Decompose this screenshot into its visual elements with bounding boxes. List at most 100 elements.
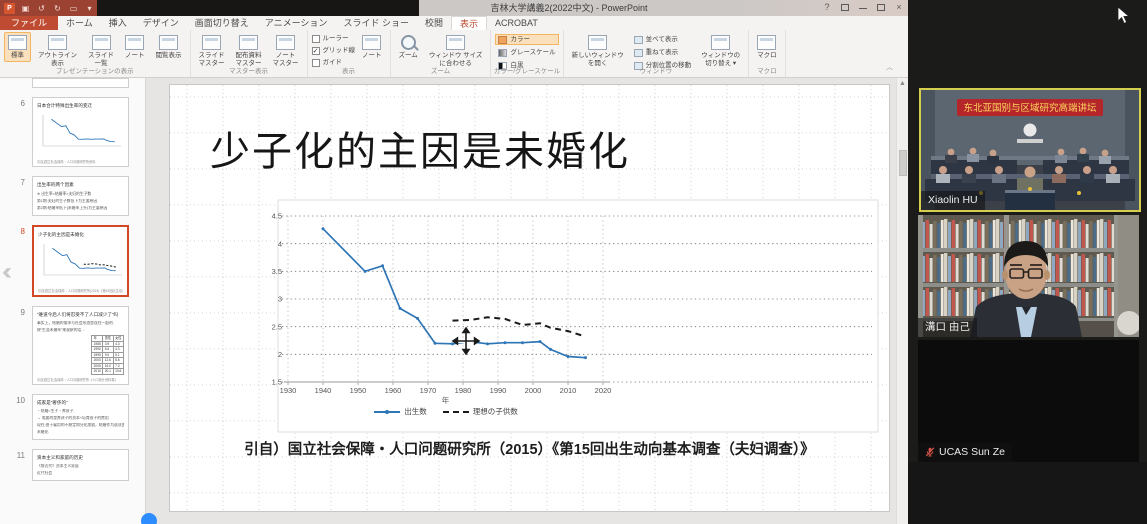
slide-thumbnail-7[interactable]: 出生率的两个因素※ 出生率=结婚率×夫妇的生子数第1期:夫妇的生子数低下为主要原…: [32, 176, 129, 216]
slide-thumbnail-10[interactable]: 成家是“奢侈的”・结婚=生子・养孩子,→ 需要的是养孩子的资本+培育孩子的费用现…: [32, 394, 129, 440]
checkbox-ルーラー[interactable]: ルーラー: [312, 34, 356, 44]
ribbon-button-並べて表示[interactable]: 並べて表示: [631, 34, 695, 45]
slide-thumbnail-row: 7出生率的两个因素※ 出生率=结婚率×夫妇的生子数第1期:夫妇的生子数低下为主要…: [0, 176, 145, 216]
slide-thumbnail-8[interactable]: 少子化的主因是未婚化引自)国立社会保障・人口问题研究所(2015)《第15回出生…: [32, 225, 129, 297]
legend-dash-swatch: [443, 411, 469, 413]
video-muted[interactable]: UCAS Sun Ze: [918, 340, 1139, 462]
ribbon-stack: カラーグレースケール白黒: [495, 32, 558, 71]
tab-デザイン[interactable]: デザイン: [135, 16, 187, 30]
customize-qat-icon[interactable]: ▾: [84, 3, 95, 14]
ribbon-button-ノート[interactable]: ノート: [121, 32, 149, 62]
slide-thumbnail-9[interactable]: “难道今后人们将忍受不了人口减少了”吗事实上，结婚的需求与社会形态是连在一起的,…: [32, 306, 129, 385]
save-icon[interactable]: ▣: [20, 3, 31, 14]
scroll-up-icon[interactable]: ▲: [897, 78, 908, 90]
svg-text:1980: 1980: [455, 386, 472, 395]
mouse-cursor: [1117, 6, 1131, 26]
ribbon-button-スライド-マスター[interactable]: スライド マスター: [195, 32, 229, 69]
slide-number: 10: [0, 394, 32, 440]
slide-citation[interactable]: 引自）国立社会保障・人口问题研究所（2015）《第15回出生动向基本调查（夫妇调…: [170, 438, 889, 459]
mini-chart: [37, 112, 124, 152]
collapse-ribbon-icon[interactable]: ︿: [886, 62, 893, 72]
ribbon-button-label: 並べて表示: [646, 35, 678, 44]
ribbon-group-ウィンドウ: 新しいウィンドウ を開く並べて表示重ねて表示分割位置の移動ウィンドウの 切り替え…: [564, 30, 750, 77]
slide-thumbnail-row: 11资本主义和家庭的历史《前近代》资本主义家庭近代社会: [0, 449, 145, 481]
ribbon-button-label: ノート: [125, 52, 145, 60]
svg-text:1970: 1970: [420, 386, 437, 395]
checkbox-グリッド線[interactable]: ✓グリッド線: [312, 46, 356, 56]
thumbnail-text-line: 《前近代》资本主义家庭: [37, 464, 124, 469]
legend-label: 理想の子供数: [473, 406, 518, 417]
thumbnail-title: 成家是“奢侈的”: [37, 400, 124, 406]
undo-icon[interactable]: ↺: [36, 3, 47, 14]
participant-name: Xiaolin HU: [921, 191, 985, 210]
slide-thumbnail-11[interactable]: 资本主义和家庭的历史《前近代》资本主义家庭近代社会: [32, 449, 129, 481]
video-panel: 东北亚国别与区域研究高端讲坛: [908, 0, 1147, 524]
legend-label: 出生数: [404, 406, 427, 417]
ribbon-button-グレースケール[interactable]: グレースケール: [495, 47, 558, 58]
svg-text:1930: 1930: [280, 386, 297, 395]
close-icon[interactable]: ×: [890, 0, 908, 16]
restore-icon[interactable]: [872, 0, 890, 16]
thumbnail-title: 资本主义和家庭的历史: [37, 455, 124, 461]
mic-off-icon: [925, 447, 935, 457]
ribbon-button-重ねて表示[interactable]: 重ねて表示: [631, 47, 695, 58]
ribbon-button-label: 配布資料 マスター: [236, 52, 262, 67]
ribbon-button-マクロ[interactable]: マクロ: [753, 32, 781, 62]
slide-thumbnail-6[interactable]: 日本合计特殊出生率的变迁引自)国立社会保障・人口问题研究所资料: [32, 97, 129, 167]
minimize-icon[interactable]: [854, 0, 872, 16]
ribbon-group-表示: ルーラー✓グリッド線ガイドノート表示: [308, 30, 391, 77]
partial-slide-5[interactable]: [0, 78, 145, 88]
quick-access-toolbar: P ▣ ↺ ↻ ▭ ▾: [0, 0, 97, 16]
tab-ACROBAT[interactable]: ACROBAT: [487, 16, 546, 30]
ribbon-button-label: ノート: [362, 52, 382, 60]
video-room[interactable]: 东北亚国别与区域研究高端讲坛: [919, 88, 1141, 212]
ribbon-button-スライド-一覧[interactable]: スライド 一覧: [84, 32, 118, 69]
thumbnail-title: 日本合计特殊出生率的变迁: [37, 103, 124, 109]
tab-画面切り替え[interactable]: 画面切り替え: [187, 16, 257, 30]
tab-表示[interactable]: 表示: [451, 16, 487, 30]
ribbon-button-閲覧表示[interactable]: 閲覧表示: [152, 32, 186, 62]
ribbon-button-ノート-マスター[interactable]: ノート マスター: [269, 32, 303, 69]
tab-挿入[interactable]: 挿入: [101, 16, 135, 30]
help-icon[interactable]: ?: [818, 0, 836, 16]
sidebar-chevron-artifact: ‹‹: [2, 255, 20, 289]
thumbnail-text-line: 第2期:结婚率低下(未婚率上升)为主要原因: [37, 206, 124, 211]
ribbon-button-標準[interactable]: 標準: [4, 32, 31, 62]
tab-アニメーション[interactable]: アニメーション: [257, 16, 336, 30]
slide-canvas[interactable]: 1.522.533.544.51930194019501960197019801…: [170, 85, 889, 511]
ribbon-button-新しいウィンドウ-を開く[interactable]: 新しいウィンドウ を開く: [568, 32, 628, 69]
ribbon-button-label: スライド 一覧: [88, 52, 114, 67]
redo-icon[interactable]: ↻: [52, 3, 63, 14]
ribbon-button-カラー[interactable]: カラー: [495, 34, 558, 45]
start-presentation-icon[interactable]: ▭: [68, 3, 79, 14]
tab-ホーム[interactable]: ホーム: [58, 16, 101, 30]
slide-number: 7: [0, 176, 32, 216]
thumbnail-caption: 引自)国立社会保障・人口问题研究所《人口统计资料集》: [37, 377, 124, 382]
thumbnail-text-line: 现在:由于雇用的不稳定和分化加剧，结婚作为选项变成“奢侈”,: [37, 423, 124, 428]
svg-text:3.5: 3.5: [272, 267, 282, 276]
ribbon-button-label: 標準: [11, 52, 24, 60]
tab-校閲[interactable]: 校閲: [417, 16, 451, 30]
slide-title[interactable]: 少子化的主因是未婚化: [210, 119, 630, 177]
slide-thumbnail-row: 9“难道今后人们将忍受不了人口减少了”吗事实上，结婚的需求与社会形态是连在一起的…: [0, 306, 145, 385]
scrollbar-thumb[interactable]: [899, 150, 907, 176]
ribbon-button-ウィンドウの-切り替え-▾[interactable]: ウィンドウの 切り替え ▾: [697, 32, 744, 69]
ribbon-button-アウトライン-表示[interactable]: アウトライン 表示: [34, 32, 81, 69]
tab-スライド-ショー[interactable]: スライド ショー: [335, 16, 417, 30]
sw-cascade-icon: [634, 49, 643, 57]
ribbon-button-label: グレースケール: [510, 48, 555, 57]
notes-icon: [362, 35, 381, 50]
ribbon-button-ウィンドウ-サイズ-に合わせる[interactable]: ウィンドウ サイズ に合わせる: [425, 32, 487, 69]
participant-name: 溝口 由己: [918, 318, 977, 337]
slide-number: 11: [0, 449, 32, 481]
ribbon-stack: 並べて表示重ねて表示分割位置の移動: [631, 32, 695, 71]
ribbon-group-label: ズーム: [391, 67, 491, 77]
vertical-scrollbar[interactable]: ▲: [896, 78, 908, 524]
ribbon-group-label: マスター表示: [191, 67, 307, 77]
ribbon-button-配布資料-マスター[interactable]: 配布資料 マスター: [232, 32, 266, 69]
ribbon-button-ノート[interactable]: ノート: [358, 32, 386, 62]
ribbon-display-options-icon[interactable]: [836, 0, 854, 16]
ribbon-button-ズーム[interactable]: ズーム: [395, 32, 422, 62]
video-speaker[interactable]: 溝口 由己: [918, 215, 1139, 337]
tab-file[interactable]: ファイル: [0, 16, 58, 30]
